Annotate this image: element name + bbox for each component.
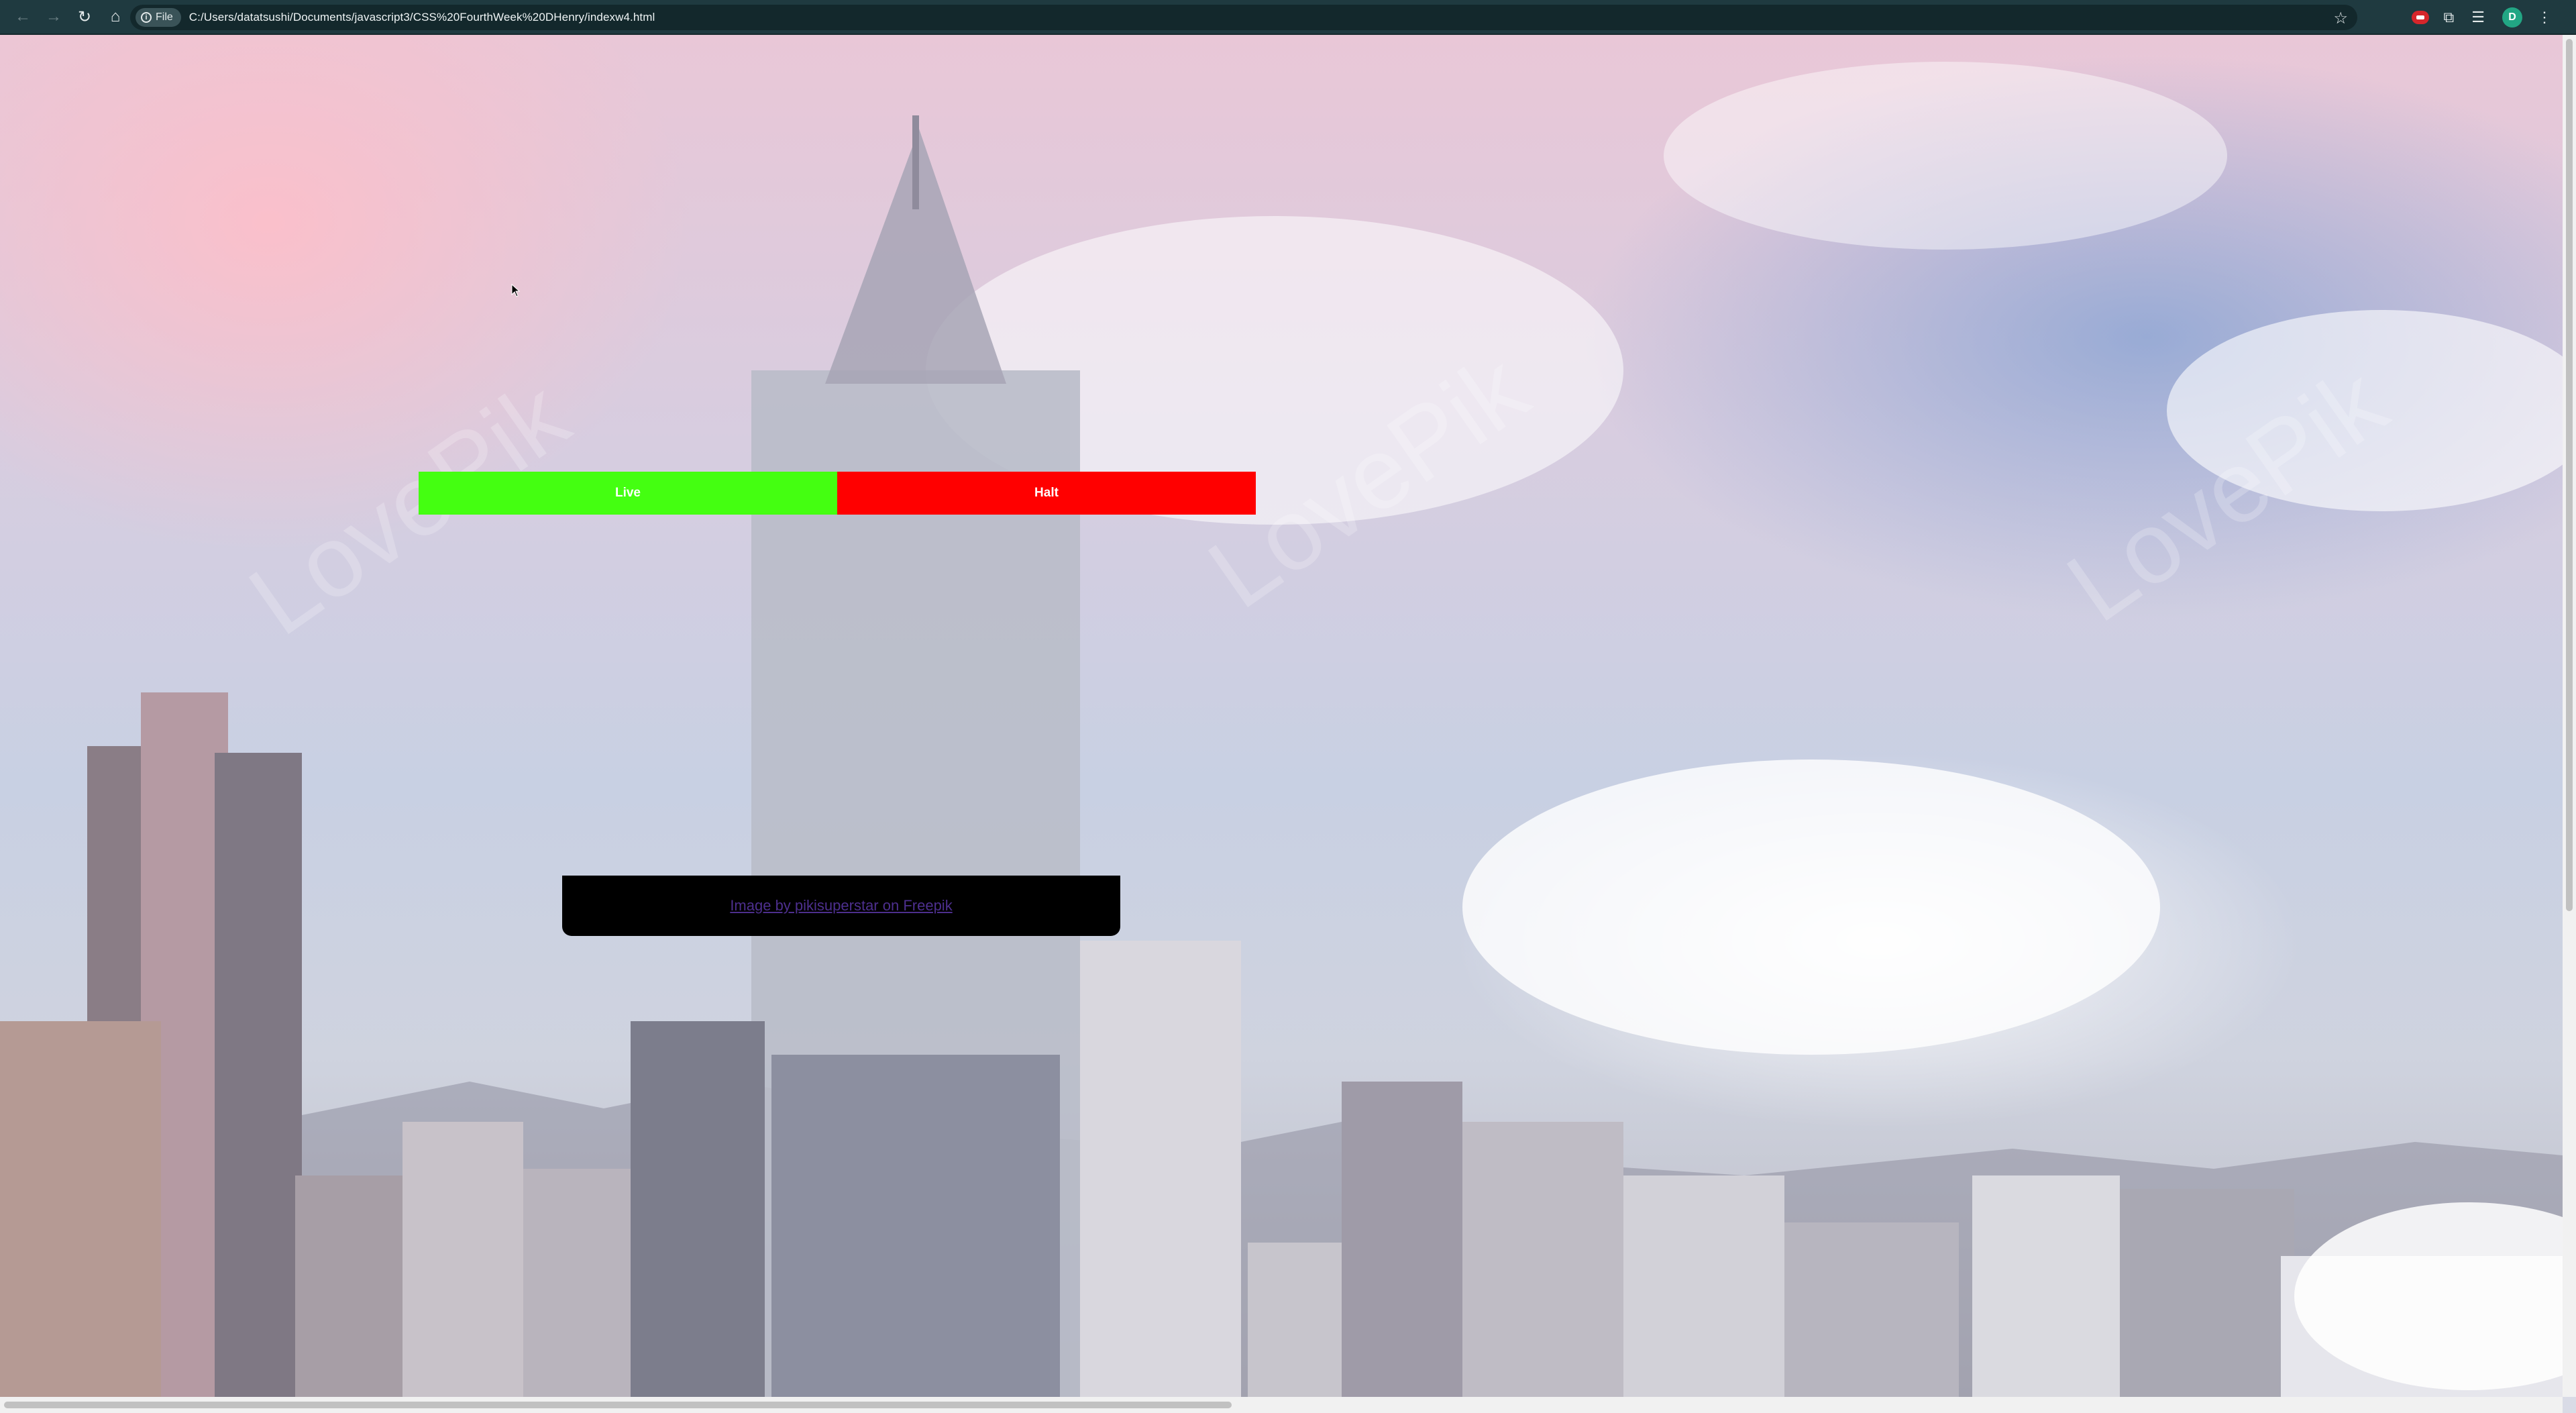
vertical-scrollbar[interactable] <box>2563 35 2576 1397</box>
home-icon: ⌂ <box>110 7 121 25</box>
reading-list-icon[interactable]: ☰ <box>2471 9 2485 26</box>
profile-avatar[interactable]: D <box>2502 7 2522 28</box>
halt-button[interactable]: Halt <box>837 472 1256 515</box>
back-button[interactable]: ← <box>9 3 36 30</box>
reload-button[interactable]: ↻ <box>71 3 98 30</box>
url-text[interactable]: C:/Users/datatsushi/Documents/javascript… <box>189 11 655 24</box>
address-bar[interactable]: i File C:/Users/datatsushi/Documents/jav… <box>130 5 2357 30</box>
site-info-chip[interactable]: i File <box>136 8 181 27</box>
horizontal-scrollbar-thumb[interactable] <box>4 1402 1232 1408</box>
extensions-puzzle-icon[interactable]: ⧉ <box>2444 9 2455 26</box>
arrow-left-icon: ← <box>15 7 31 25</box>
city-skyline-background: LovePik LovePik LovePik <box>0 62 2563 1397</box>
image-credit-link[interactable]: Image by pikisuperstar on Freepik <box>730 897 952 914</box>
image-credit-box: Image by pikisuperstar on Freepik <box>562 876 1120 936</box>
reload-icon: ↻ <box>77 7 92 26</box>
info-icon: i <box>141 12 152 23</box>
forward-button[interactable]: → <box>40 3 67 30</box>
control-button-row: Live Halt <box>419 472 1256 515</box>
bookmark-star-icon[interactable]: ☆ <box>2333 9 2348 28</box>
mouse-cursor-icon <box>511 284 521 297</box>
extension-red-icon[interactable] <box>2411 11 2429 24</box>
horizontal-scrollbar[interactable] <box>0 1397 2563 1413</box>
toolbar-right-icons: ⧉ ☰ D ⋮ <box>2411 0 2569 35</box>
vertical-scrollbar-thumb[interactable] <box>2566 39 2573 911</box>
file-chip-label: File <box>156 11 173 23</box>
home-button[interactable]: ⌂ <box>102 3 129 30</box>
live-button[interactable]: Live <box>419 472 837 515</box>
arrow-right-icon: → <box>46 7 62 25</box>
more-menu-icon[interactable]: ⋮ <box>2537 9 2552 26</box>
page-viewport: LovePik LovePik LovePik Live Halt Image … <box>0 35 2563 1397</box>
browser-toolbar: ← → ↻ ⌂ i File C:/Users/datatsushi/Docum… <box>0 0 2576 35</box>
